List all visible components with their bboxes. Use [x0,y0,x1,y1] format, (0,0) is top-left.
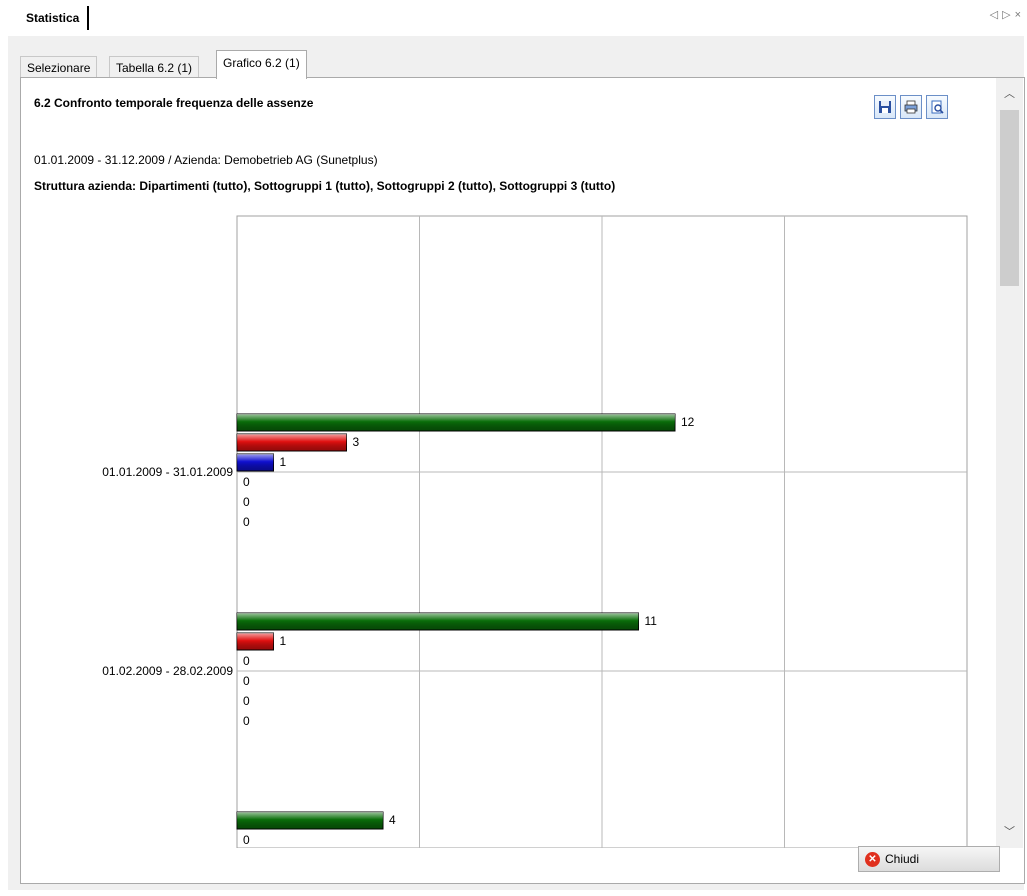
data-label: 11 [645,614,658,628]
data-label: 0 [243,714,250,728]
tab-tabella[interactable]: Tabella 6.2 (1) [109,56,200,79]
report-title: 6.2 Confronto temporale frequenza delle … [34,96,314,110]
data-label: 1 [280,634,287,648]
data-label: 0 [243,694,250,708]
report-structure: Struttura azienda: Dipartimenti (tutto),… [34,179,616,193]
report-panel: 01.01.2009 - 31.01.2009 12 3 1 0 0 0 01.02.2009… [20,77,1025,884]
data-label: 4 [389,813,396,827]
scroll-up-icon[interactable]: ︿ [996,84,1023,104]
close-icon: ✕ [865,852,880,867]
window-nav-controls: ◁▷× [990,8,1025,21]
bar-shade [237,812,383,829]
tab-grafico[interactable]: Grafico 6.2 (1) [216,50,307,79]
title-bar: Statistica ◁▷× [0,0,1027,36]
data-label: 0 [243,515,250,529]
save-icon [878,100,892,114]
print-button[interactable] [900,95,922,119]
data-label: 0 [243,674,250,688]
data-label: 1 [280,455,287,469]
bar-shade [237,613,639,630]
window-title[interactable]: Statistica [22,6,90,30]
report-view: 01.01.2009 - 31.01.2009 12 3 1 0 0 0 01.02.2009… [21,78,996,848]
scroll-down-icon[interactable]: ﹀ [996,822,1023,842]
report-period: 01.01.2009 - 31.12.2009 / Azienda: Demob… [34,153,378,167]
data-label: 12 [681,415,695,429]
preview-button[interactable] [926,95,948,119]
bar-shade [237,454,274,471]
data-label: 0 [243,495,250,509]
bar-shade [237,633,274,650]
data-label: 0 [243,833,250,847]
data-label: 3 [353,435,360,449]
nav-prev-icon[interactable]: ◁ [990,9,1002,21]
bar-chart: 01.01.2009 - 31.01.2009 12 3 1 0 0 0 01.02.2009… [102,215,968,848]
scrollbar-thumb[interactable] [1000,110,1019,286]
tab-selezionare[interactable]: Selezionare [20,56,98,79]
vertical-scrollbar[interactable]: ︿ ﹀ [996,78,1023,848]
category-label: 01.01.2009 - 31.01.2009 [102,465,233,479]
preview-icon [930,100,944,114]
close-button[interactable]: ✕ Chiudi [858,846,1000,872]
print-icon [904,100,918,114]
nav-next-icon[interactable]: ▷ [1002,9,1014,21]
bar-shade [237,414,675,431]
data-label: 0 [243,654,250,668]
data-label: 0 [243,475,250,489]
save-button[interactable] [874,95,896,119]
category-label: 01.02.2009 - 28.02.2009 [102,664,233,678]
bar-shade [237,434,347,451]
close-button-label: Chiudi [885,852,920,866]
close-window-icon[interactable]: × [1015,9,1025,21]
